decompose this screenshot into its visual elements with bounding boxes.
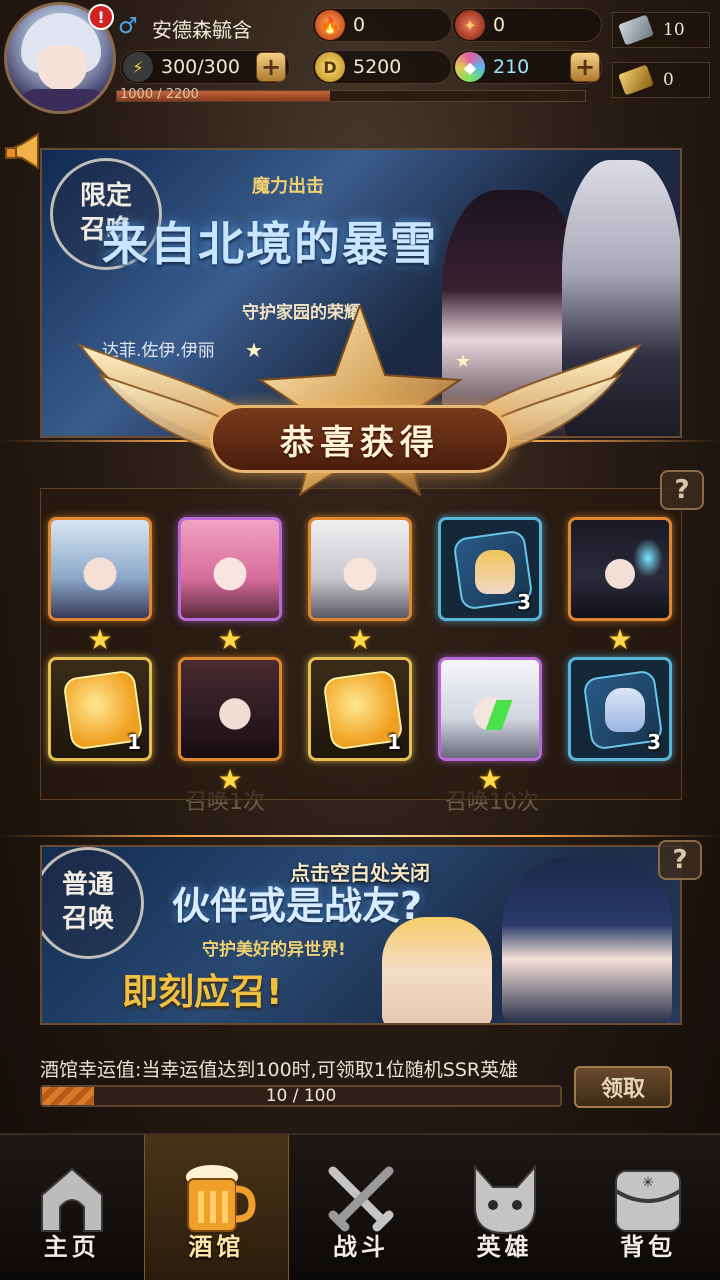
gender-male-icon: ♂ <box>118 14 138 39</box>
reward-card-hero-redeye[interactable] <box>178 657 282 761</box>
reward-card-universal-shard[interactable]: 1 <box>48 657 152 761</box>
red-crystal-icon: ✦ <box>455 10 485 40</box>
notification-badge[interactable]: ! <box>88 4 114 30</box>
rainbow-gem-icon: ◆ <box>455 52 485 82</box>
congrats-title-plate: 恭喜获得 <box>210 405 510 473</box>
add-gems-button[interactable]: + <box>570 52 600 82</box>
crystal-value: 0 <box>493 14 506 36</box>
reward-card-universal-shard[interactable]: 1 <box>308 657 412 761</box>
bottom-glow-line <box>0 835 720 837</box>
nav-home[interactable]: 主页 <box>0 1135 144 1280</box>
nav-backpack[interactable]: ✳ 背包 <box>576 1135 720 1280</box>
gold-coin-icon: D <box>315 52 345 82</box>
reward-qty: 1 <box>127 730 141 754</box>
gold-ticket-icon <box>618 64 654 96</box>
bottom-navigation: 主页 酒馆 战斗 英雄 ✳ 背包 <box>0 1133 720 1280</box>
nav-tavern[interactable]: 酒馆 <box>143 1135 290 1280</box>
limited-tagline: 魔力出击 <box>252 176 324 197</box>
gold-pill: D 5200 <box>312 50 452 84</box>
reward-card-hero-lightning[interactable] <box>438 657 542 761</box>
banner-character-blonde <box>382 917 492 1023</box>
star-icon: ★ <box>607 623 633 656</box>
normal-badge-bottom: 召唤 <box>61 904 114 934</box>
add-energy-button[interactable]: + <box>256 52 286 82</box>
top-status-bar: ! ♂ 安德森毓含 ⚡ 300/300 + 🔥 0 ✦ 0 D 5200 ◆ 2… <box>0 0 720 125</box>
nav-label: 酒馆 <box>188 1233 245 1261</box>
nav-heroes[interactable]: 英雄 <box>433 1135 577 1280</box>
svg-text:★: ★ <box>245 338 263 362</box>
reward-card-hero-darkhair[interactable] <box>568 517 672 621</box>
luck-progress-text: 10 / 100 <box>265 1086 337 1106</box>
nav-label: 战斗 <box>332 1233 389 1261</box>
star-icon: ★ <box>477 763 503 796</box>
congrats-title: 恭喜获得 <box>280 422 440 463</box>
nav-label: 英雄 <box>476 1233 533 1261</box>
silver-ticket-value: 10 <box>663 20 685 40</box>
claim-button[interactable]: 领取 <box>574 1066 672 1108</box>
normal-subtitle: 守护美好的异世界! <box>202 940 346 960</box>
reward-card-hero-whitehair[interactable] <box>308 517 412 621</box>
star-icon: ★ <box>347 623 373 656</box>
svg-text:✳: ✳ <box>642 1175 654 1191</box>
fire-orb-icon: 🔥 <box>315 10 345 40</box>
reward-card-shard-ghost[interactable]: 3 <box>568 657 672 761</box>
fire-pill: 🔥 0 <box>312 8 452 42</box>
fire-value: 0 <box>353 14 366 36</box>
reward-qty: 1 <box>387 730 401 754</box>
nav-label: 背包 <box>620 1233 677 1261</box>
exp-text: 1000 / 2200 <box>120 87 199 102</box>
star-icon: ★ <box>87 623 113 656</box>
reward-card-shard-blonde[interactable]: 3 <box>438 517 542 621</box>
nav-battle[interactable]: 战斗 <box>289 1135 433 1280</box>
star-icon: ★ <box>217 623 243 656</box>
gold-value: 5200 <box>353 56 402 78</box>
lightning-icon: ⚡ <box>123 52 153 82</box>
star-icon: ★ <box>217 763 243 796</box>
gold-ticket-res: 0 <box>612 62 710 98</box>
normal-cta: 即刻应召! <box>122 972 283 1013</box>
svg-text:★: ★ <box>455 351 471 372</box>
limited-title: 来自北境的暴雪 <box>102 217 438 271</box>
nav-label: 主页 <box>43 1233 100 1261</box>
luck-description: 酒馆幸运值:当幸运值达到100时,可领取1位随机SSR英雄 <box>40 1059 519 1081</box>
energy-value: 300/300 <box>161 56 240 78</box>
crystal-pill: ✦ 0 <box>452 8 602 42</box>
reward-qty: 3 <box>517 590 531 614</box>
reward-card-hero-silverhair[interactable] <box>48 517 152 621</box>
gold-ticket-value: 0 <box>663 70 674 90</box>
gem-value: 210 <box>493 56 530 78</box>
reward-qty: 3 <box>647 730 661 754</box>
player-name: 安德森毓含 <box>152 18 252 42</box>
reward-card-hero-pinkhair[interactable] <box>178 517 282 621</box>
silver-ticket-res: 10 <box>612 12 710 48</box>
tap-to-close-hint[interactable]: 点击空白处关闭 <box>0 857 720 886</box>
silver-ticket-icon <box>618 14 654 46</box>
